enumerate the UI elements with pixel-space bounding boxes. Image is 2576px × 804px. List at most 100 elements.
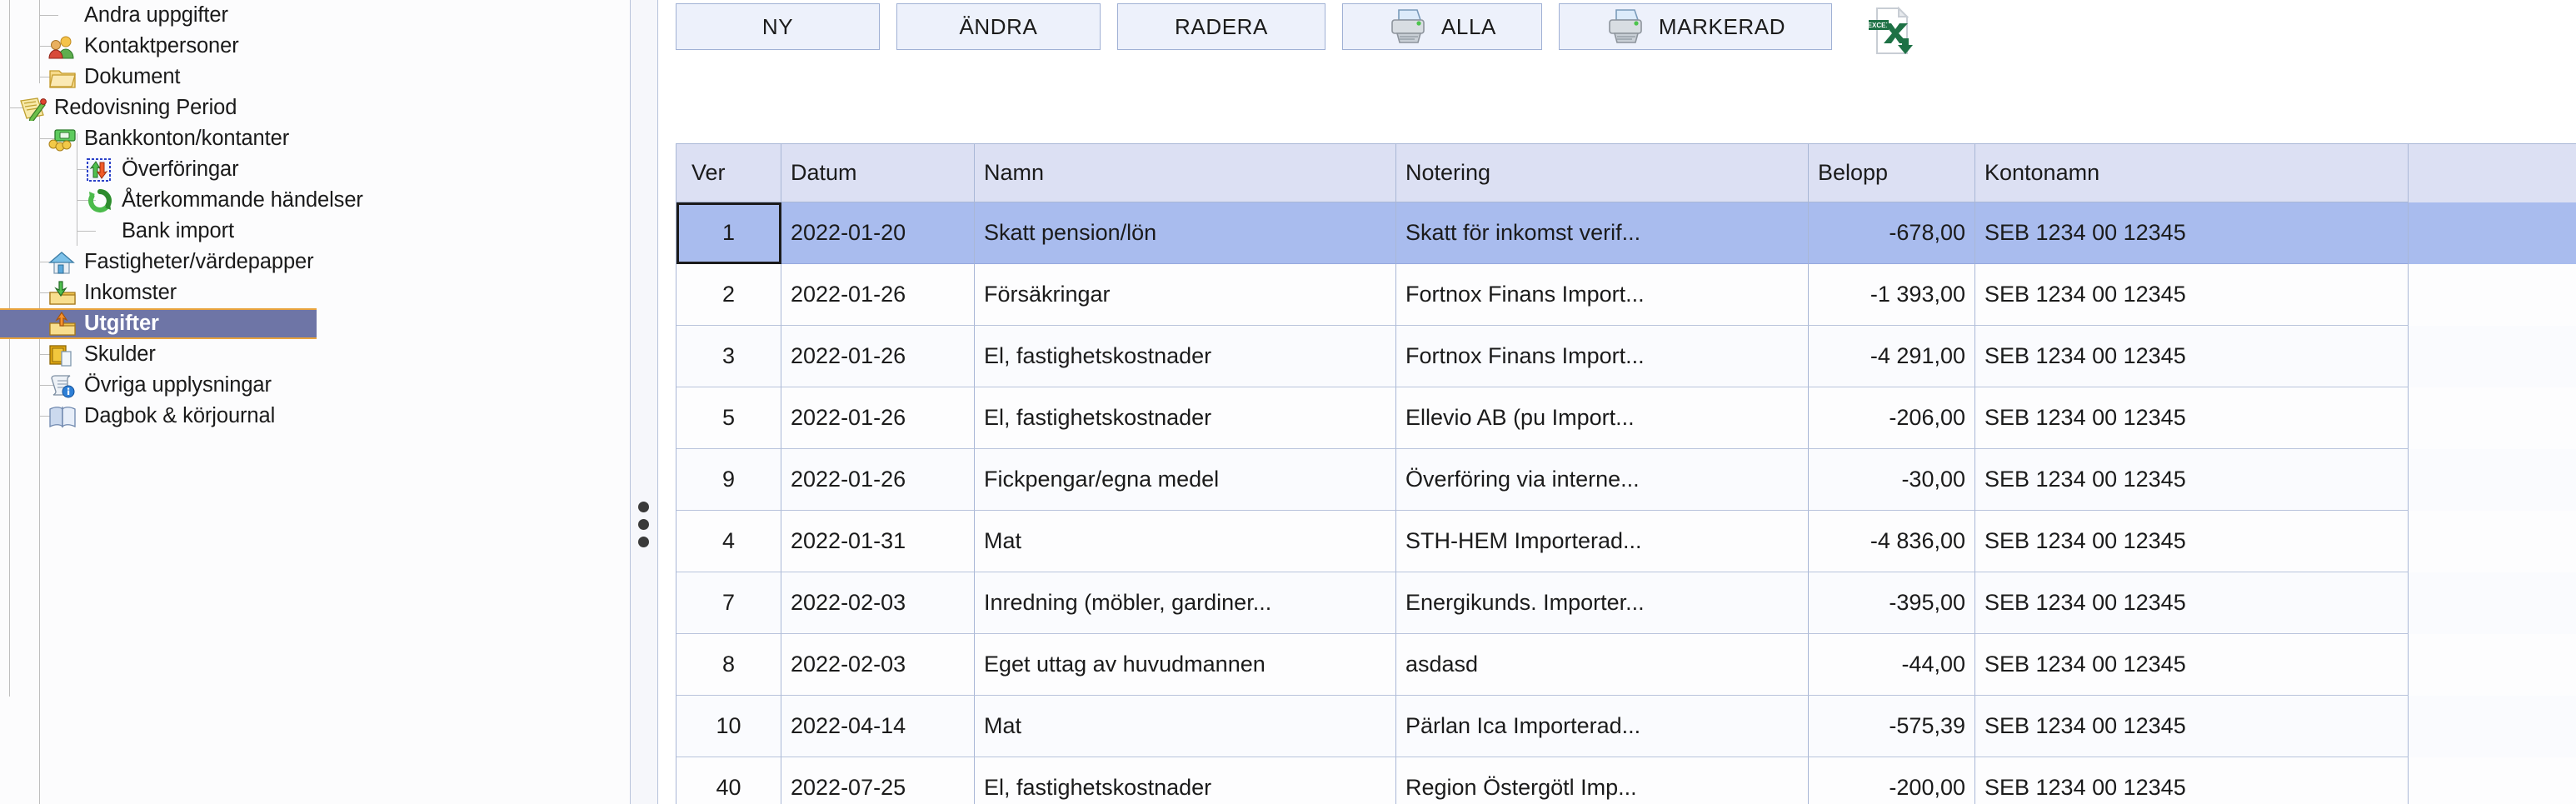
grid-cell-ver[interactable]: 3 bbox=[676, 326, 781, 387]
grid-cell-datum[interactable]: 2022-01-31 bbox=[781, 511, 975, 572]
table-row[interactable]: 1 2022-01-20 Skatt pension/lön Skatt för in… bbox=[676, 202, 2576, 264]
sidebar-item-skulder[interactable]: Skulder bbox=[0, 339, 630, 370]
grid-cell-namn[interactable]: Eget uttag av huvudmannen bbox=[975, 634, 1396, 696]
table-row[interactable]: 7 2022-02-03 Inredning (möbler, gardiner..… bbox=[676, 572, 2576, 634]
print-all-button[interactable]: ALLA bbox=[1342, 3, 1542, 50]
grid-column-header[interactable]: Belopp bbox=[1809, 144, 1975, 202]
table-row[interactable]: 3 2022-01-26 El, fastighetskostnader Fortno… bbox=[676, 326, 2576, 387]
delete-button[interactable]: RADERA bbox=[1117, 3, 1325, 50]
grid-cell-namn[interactable]: El, fastighetskostnader bbox=[975, 387, 1396, 449]
grid-cell-konto[interactable]: SEB 1234 00 12345 bbox=[1975, 511, 2409, 572]
grid-cell-konto[interactable]: SEB 1234 00 12345 bbox=[1975, 634, 2409, 696]
table-row[interactable]: 5 2022-01-26 El, fastighetskostnader Ellevi… bbox=[676, 387, 2576, 449]
sidebar-item-overforingar[interactable]: Överföringar bbox=[0, 154, 630, 185]
grid-cell-datum[interactable]: 2022-01-26 bbox=[781, 449, 975, 511]
table-row[interactable]: 4 2022-01-31 Mat STH-HEM Importerad... -4 83… bbox=[676, 511, 2576, 572]
grid-cell-notering[interactable]: asdasd bbox=[1396, 634, 1809, 696]
grid-cell-konto[interactable]: SEB 1234 00 12345 bbox=[1975, 264, 2409, 326]
grid-cell-belopp[interactable]: -30,00 bbox=[1809, 449, 1975, 511]
grid-cell-namn[interactable]: El, fastighetskostnader bbox=[975, 757, 1396, 804]
sidebar-item-bankkonton-kontanter[interactable]: Bankkonton/kontanter bbox=[0, 123, 630, 154]
grid-cell-notering[interactable]: STH-HEM Importerad... bbox=[1396, 511, 1809, 572]
grid-cell-konto[interactable]: SEB 1234 00 12345 bbox=[1975, 757, 2409, 804]
grid-column-header[interactable]: Ver bbox=[676, 144, 781, 202]
transactions-grid[interactable]: Ver Datum Namn Notering Belopp Kontonamn 1 202… bbox=[676, 143, 2576, 804]
grid-column-header[interactable]: Namn bbox=[975, 144, 1396, 202]
grid-cell-notering[interactable]: Skatt för inkomst verif... bbox=[1396, 202, 1809, 264]
grid-cell-namn[interactable]: Mat bbox=[975, 511, 1396, 572]
grid-cell-konto[interactable]: SEB 1234 00 12345 bbox=[1975, 696, 2409, 757]
grid-cell-ver[interactable]: 10 bbox=[676, 696, 781, 757]
grid-cell-belopp[interactable]: -678,00 bbox=[1809, 202, 1975, 264]
grid-cell-notering[interactable]: Överföring via interne... bbox=[1396, 449, 1809, 511]
sidebar-item-inkomster[interactable]: Inkomster bbox=[0, 277, 630, 308]
grid-cell-ver[interactable]: 2 bbox=[676, 264, 781, 326]
expense-icon bbox=[48, 311, 77, 337]
grid-cell-konto[interactable]: SEB 1234 00 12345 bbox=[1975, 572, 2409, 634]
grid-cell-notering[interactable]: Fortnox Finans Import... bbox=[1396, 326, 1809, 387]
grid-cell-belopp[interactable]: -575,39 bbox=[1809, 696, 1975, 757]
table-row[interactable]: 2 2022-01-26 Försäkringar Fortnox Finans Im… bbox=[676, 264, 2576, 326]
grid-cell-belopp[interactable]: -44,00 bbox=[1809, 634, 1975, 696]
grid-cell-datum[interactable]: 2022-01-26 bbox=[781, 326, 975, 387]
grid-cell-ver[interactable]: 1 bbox=[676, 202, 781, 264]
grid-cell-belopp[interactable]: -4 836,00 bbox=[1809, 511, 1975, 572]
grid-cell-datum[interactable]: 2022-01-26 bbox=[781, 387, 975, 449]
grid-cell-namn[interactable]: Inredning (möbler, gardiner... bbox=[975, 572, 1396, 634]
grid-cell-namn[interactable]: Skatt pension/lön bbox=[975, 202, 1396, 264]
sidebar-item-dokument[interactable]: Dokument bbox=[0, 62, 630, 92]
splitter-grip-icon[interactable] bbox=[638, 502, 651, 548]
grid-column-header[interactable]: Datum bbox=[781, 144, 975, 202]
grid-cell-konto[interactable]: SEB 1234 00 12345 bbox=[1975, 202, 2409, 264]
table-row[interactable]: 10 2022-04-14 Mat Pärlan Ica Importerad... -… bbox=[676, 696, 2576, 757]
sidebar-item-ovriga-upplysningar[interactable]: Övriga upplysningar bbox=[0, 370, 630, 401]
print-selected-button[interactable]: MARKERAD bbox=[1559, 3, 1832, 50]
grid-cell-notering[interactable]: Energikunds. Importer... bbox=[1396, 572, 1809, 634]
grid-cell-datum[interactable]: 2022-02-03 bbox=[781, 572, 975, 634]
grid-cell-ver[interactable]: 7 bbox=[676, 572, 781, 634]
table-row[interactable]: 8 2022-02-03 Eget uttag av huvudmannen asda… bbox=[676, 634, 2576, 696]
grid-cell-notering[interactable]: Pärlan Ica Importerad... bbox=[1396, 696, 1809, 757]
grid-column-header[interactable]: Kontonamn bbox=[1975, 144, 2409, 202]
grid-cell-belopp[interactable]: -206,00 bbox=[1809, 387, 1975, 449]
grid-cell-namn[interactable]: El, fastighetskostnader bbox=[975, 326, 1396, 387]
grid-cell-ver[interactable]: 9 bbox=[676, 449, 781, 511]
grid-cell-belopp[interactable]: -1 393,00 bbox=[1809, 264, 1975, 326]
grid-cell-belopp[interactable]: -200,00 bbox=[1809, 757, 1975, 804]
grid-cell-notering[interactable]: Fortnox Finans Import... bbox=[1396, 264, 1809, 326]
grid-cell-konto[interactable]: SEB 1234 00 12345 bbox=[1975, 326, 2409, 387]
grid-cell-datum[interactable]: 2022-01-20 bbox=[781, 202, 975, 264]
table-row[interactable]: 9 2022-01-26 Fickpengar/egna medel Överföri… bbox=[676, 449, 2576, 511]
grid-cell-belopp[interactable]: -4 291,00 bbox=[1809, 326, 1975, 387]
grid-cell-datum[interactable]: 2022-07-25 bbox=[781, 757, 975, 804]
sidebar-item-fastigheter-vardepapper[interactable]: Fastigheter/värdepapper bbox=[0, 247, 630, 277]
sidebar-item-dagbok-korjournal[interactable]: Dagbok & körjournal bbox=[0, 401, 630, 432]
grid-cell-konto[interactable]: SEB 1234 00 12345 bbox=[1975, 449, 2409, 511]
grid-cell-namn[interactable]: Fickpengar/egna medel bbox=[975, 449, 1396, 511]
sidebar-item-aterkommande-handelser[interactable]: Återkommande händelser bbox=[0, 185, 630, 216]
sidebar-item-andra-uppgifter[interactable]: Andra uppgifter bbox=[0, 0, 630, 31]
sidebar-item-redovisning-period[interactable]: Redovisning Period bbox=[0, 92, 630, 123]
table-row[interactable]: 40 2022-07-25 El, fastighetskostnader Regio… bbox=[676, 757, 2576, 804]
grid-cell-namn[interactable]: Försäkringar bbox=[975, 264, 1396, 326]
grid-cell-ver[interactable]: 5 bbox=[676, 387, 781, 449]
grid-cell-datum[interactable]: 2022-01-26 bbox=[781, 264, 975, 326]
sidebar-item-kontaktpersoner[interactable]: Kontaktpersoner bbox=[0, 31, 630, 62]
grid-cell-ver[interactable]: 4 bbox=[676, 511, 781, 572]
grid-cell-notering[interactable]: Region Östergötl Imp... bbox=[1396, 757, 1809, 804]
edit-button[interactable]: ÄNDRA bbox=[896, 3, 1101, 50]
grid-cell-belopp[interactable]: -395,00 bbox=[1809, 572, 1975, 634]
sidebar-item-utgifter[interactable]: Utgifter bbox=[0, 308, 317, 339]
sidebar-item-bank-import[interactable]: Bank import bbox=[0, 216, 630, 247]
grid-cell-notering[interactable]: Ellevio AB (pu Import... bbox=[1396, 387, 1809, 449]
panel-splitter[interactable] bbox=[630, 0, 658, 804]
grid-cell-ver[interactable]: 8 bbox=[676, 634, 781, 696]
grid-column-header[interactable]: Notering bbox=[1396, 144, 1809, 202]
grid-cell-namn[interactable]: Mat bbox=[975, 696, 1396, 757]
new-button[interactable]: NY bbox=[676, 3, 880, 50]
grid-cell-datum[interactable]: 2022-02-03 bbox=[781, 634, 975, 696]
grid-cell-ver[interactable]: 40 bbox=[676, 757, 781, 804]
excel-export-icon[interactable]: EXCEL bbox=[1865, 5, 1917, 57]
grid-cell-datum[interactable]: 2022-04-14 bbox=[781, 696, 975, 757]
grid-cell-konto[interactable]: SEB 1234 00 12345 bbox=[1975, 387, 2409, 449]
